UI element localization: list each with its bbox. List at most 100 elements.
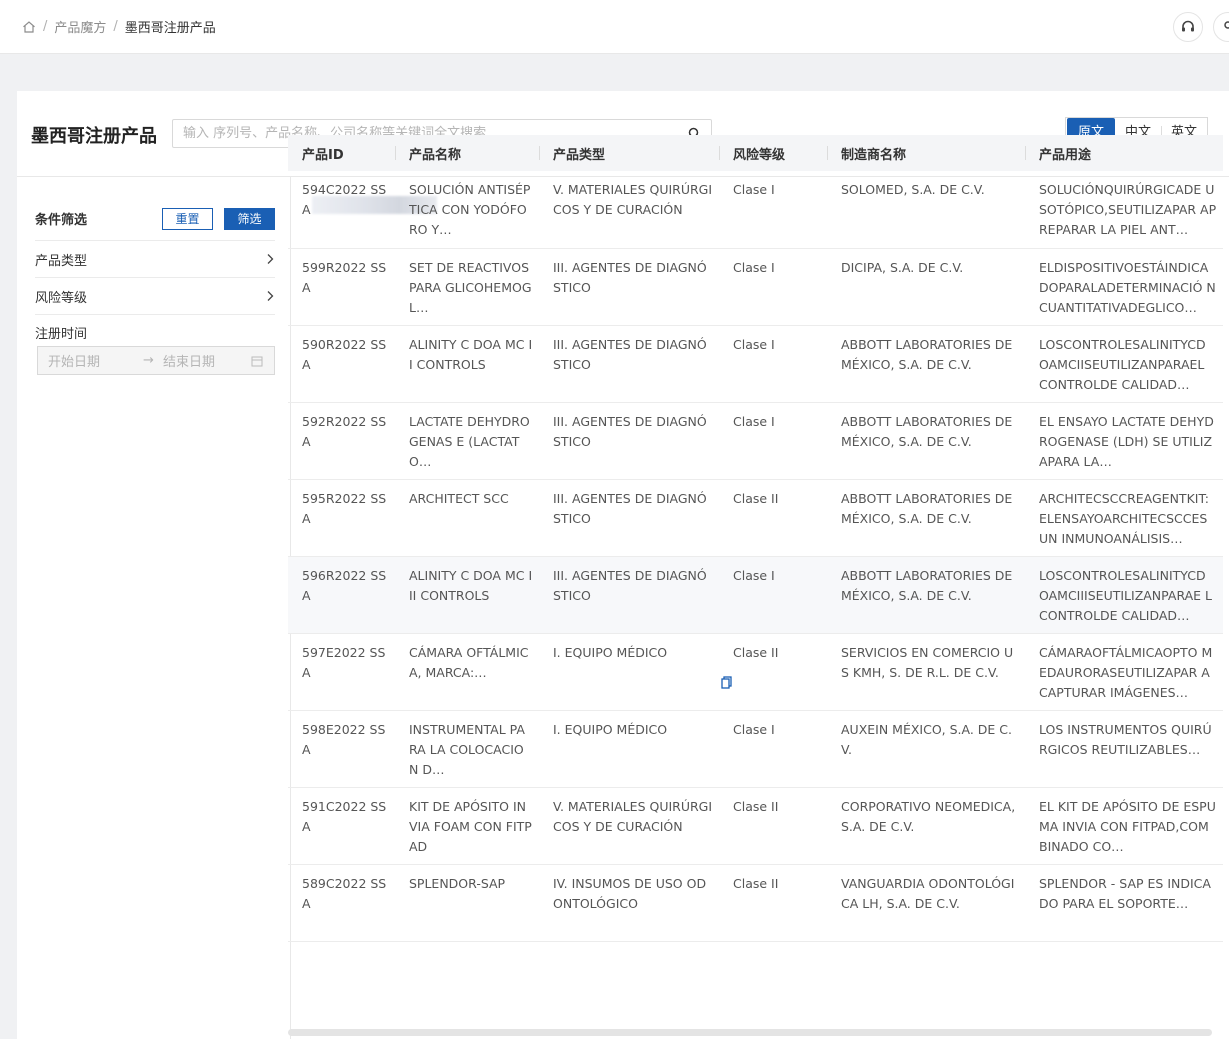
start-date-input[interactable]: 开始日期 — [48, 351, 143, 370]
cell-product-id: 594C2022 SSA — [288, 171, 395, 249]
column-header-id[interactable]: 产品ID — [288, 135, 395, 171]
cell-product-use: LOSCONTROLESALINITYCD OAMCIIISEUTILIZANP… — [1025, 556, 1223, 634]
cell-product-id-text: 594C2022 SSA — [302, 182, 387, 217]
cell-product-name[interactable]: LACTATE DEHYDROGENAS E (LACTATO… — [395, 402, 539, 480]
column-header-maker[interactable]: 制造商名称 — [827, 135, 1025, 171]
cell-risk-level-text: Clase II — [733, 875, 779, 891]
filter-title: 条件筛选 — [35, 213, 88, 228]
cell-maker: ABBOTT LABORATORIES DE MÉXICO, S.A. DE C… — [827, 325, 1025, 403]
breadcrumb-item-product-cube[interactable]: 产品魔方 — [54, 17, 106, 36]
cell-product-name[interactable]: ARCHITECT SCC — [395, 479, 539, 557]
cell-maker-text: SOLOMED, S.A. DE C.V. — [841, 182, 985, 197]
table-row[interactable]: 599R2022 SSA SET DE REACTIVOS PARA GLICOH… — [288, 248, 1223, 326]
cell-product-id: 591C2022 SSA — [288, 787, 395, 865]
horizontal-scrollbar[interactable] — [288, 1029, 1212, 1036]
chevron-right-icon — [267, 291, 274, 301]
filter-product-type-label: 产品类型 — [35, 253, 88, 269]
top-bar: / 产品魔方 / 墨西哥注册产品 — [0, 0, 1229, 54]
cell-product-name[interactable]: CÁMARA OFTÁLMICA, MARCA:… — [395, 633, 539, 711]
table-row[interactable]: 596R2022 SSA ALINITY C DOA MC III CONTROL… — [288, 556, 1223, 634]
calendar-icon[interactable] — [251, 355, 263, 367]
cell-product-use: EL ENSAYO LACTATE DEHYDROGENASE (LDH) SE… — [1025, 402, 1223, 480]
chevron-right-icon — [267, 254, 274, 264]
column-header-type[interactable]: 产品类型 — [539, 135, 719, 171]
cell-product-id-text: 599R2022 SSA — [302, 259, 387, 295]
table-row[interactable]: 597E2022 SSA CÁMARA OFTÁLMICA, MARCA:… I. … — [288, 633, 1223, 711]
cell-product-id: 589C2022 SSA — [288, 864, 395, 942]
headset-icon[interactable] — [1173, 12, 1203, 42]
home-icon[interactable] — [22, 20, 36, 34]
cell-product-type: III. AGENTES DE DIAGNÓSTICO — [539, 248, 719, 326]
page-title: 墨西哥注册产品 — [31, 126, 157, 147]
table-row[interactable]: 589C2022 SSA SPLENDOR-SAP IV. INSUMOS DE U… — [288, 864, 1223, 942]
cell-maker-text: AUXEIN MÉXICO, S.A. DE C.V. — [841, 721, 1013, 757]
column-header-use[interactable]: 产品用途 — [1025, 135, 1223, 171]
cell-product-id: 597E2022 SSA — [288, 633, 395, 711]
cell-product-name-text: CÁMARA OFTÁLMICA, MARCA:… — [409, 644, 529, 680]
cell-product-id-text: 598E2022 SSA — [302, 721, 386, 757]
cell-product-id-text: 592R2022 SSA — [302, 413, 387, 449]
cell-maker-text: ABBOTT LABORATORIES DE MÉXICO, S.A. DE C… — [841, 336, 1013, 372]
cell-product-type-text: III. AGENTES DE DIAGNÓSTICO — [553, 413, 707, 449]
table-row[interactable]: 592R2022 SSA LACTATE DEHYDROGENAS E (LACT… — [288, 402, 1223, 480]
cell-product-name[interactable]: KIT DE APÓSITO INVIA FOAM CON FITPAD — [395, 787, 539, 865]
filter-product-type[interactable]: 产品类型 — [35, 240, 275, 277]
cell-product-id-text: 589C2022 SSA — [302, 875, 387, 911]
cell-risk-level-text: Clase I — [733, 567, 775, 583]
cell-risk-level-text: Clase II — [733, 798, 779, 814]
cell-product-type-text: III. AGENTES DE DIAGNÓSTICO — [553, 567, 707, 603]
table-row[interactable]: 594C2022 SSA SOLUCIÓN ANTISÉPTICA CON YOD… — [288, 171, 1223, 249]
table-row[interactable]: 590R2022 SSA ALINITY C DOA MC II CONTROLS… — [288, 325, 1223, 403]
cell-product-name[interactable]: ALINITY C DOA MC II CONTROLS — [395, 325, 539, 403]
cell-product-type-text: I. EQUIPO MÉDICO — [553, 721, 668, 737]
cell-product-id-text: 591C2022 SSA — [302, 798, 387, 834]
cell-product-name[interactable]: SPLENDOR-SAP — [395, 864, 539, 942]
cell-maker: SERVICIOS EN COMERCIO US KMH, S. DE R.L.… — [827, 633, 1025, 711]
cell-product-name-text: SPLENDOR-SAP — [409, 875, 506, 891]
cell-risk-level: Clase II — [719, 864, 827, 942]
cell-product-type: I. EQUIPO MÉDICO — [539, 633, 719, 711]
date-range-picker[interactable]: 开始日期 → 结束日期 — [37, 346, 275, 375]
products-table: 产品ID 产品名称 产品类型 风险等级 制造商名称 产品用途 594C2022 … — [288, 135, 1223, 942]
filter-reg-time-label: 注册时间 — [35, 327, 88, 342]
table-row[interactable]: 595R2022 SSA ARCHITECT SCC III. AGENTES DE… — [288, 479, 1223, 557]
table-row[interactable]: 598E2022 SSA INSTRUMENTAL PARA LA COLOCAC… — [288, 710, 1223, 788]
cell-product-name[interactable]: SET DE REACTIVOS PARA GLICOHEMOGL… — [395, 248, 539, 326]
cell-product-id: 590R2022 SSA — [288, 325, 395, 403]
cell-product-name[interactable]: INSTRUMENTAL PARA LA COLOCACION D… — [395, 710, 539, 788]
cell-product-id: 599R2022 SSA — [288, 248, 395, 326]
cell-product-use-text: ELDISPOSITIVOESTÁINDICA DOPARALADETERMIN… — [1039, 259, 1216, 315]
filter-button[interactable]: 筛选 — [224, 208, 275, 230]
user-icon[interactable] — [1213, 12, 1229, 42]
table-row[interactable]: 591C2022 SSA KIT DE APÓSITO INVIA FOAM CO… — [288, 787, 1223, 865]
cell-product-name[interactable]: ALINITY C DOA MC III CONTROLS — [395, 556, 539, 634]
cell-product-type: III. AGENTES DE DIAGNÓSTICO — [539, 479, 719, 557]
cell-product-type-text: V. MATERIALES QUIRÚRGICOS Y DE CURACIÓN — [553, 798, 713, 834]
cell-product-use: SPLENDOR - SAP ES INDICADO PARA EL SOPOR… — [1025, 864, 1223, 942]
cell-product-use: ARCHITECSCCREAGENTKIT: ELENSAYOARCHITECS… — [1025, 479, 1223, 557]
column-header-name[interactable]: 产品名称 — [395, 135, 539, 171]
cell-product-use-text: LOSCONTROLESALINITYCD OAMCIIISEUTILIZANP… — [1039, 567, 1213, 623]
cell-maker: CORPORATIVO NEOMEDICA, S.A. DE C.V. — [827, 787, 1025, 865]
cell-maker-text: ABBOTT LABORATORIES DE MÉXICO, S.A. DE C… — [841, 567, 1013, 603]
copy-icon[interactable] — [721, 676, 733, 689]
cell-product-type-text: III. AGENTES DE DIAGNÓSTICO — [553, 336, 707, 372]
cell-product-type: IV. INSUMOS DE USO ODONTOLÓGICO — [539, 864, 719, 942]
cell-product-name-text: SET DE REACTIVOS PARA GLICOHEMOGL… — [409, 259, 532, 315]
cell-product-use-text: SPLENDOR - SAP ES INDICADO PARA EL SOPOR… — [1039, 875, 1211, 911]
cell-product-use-text: CÁMARAOFTÁLMICAOPTO MEDAURORASEUTILIZAPA… — [1039, 644, 1213, 700]
cell-product-use: LOSCONTROLESALINITYCD OAMCIISEUTILIZANPA… — [1025, 325, 1223, 403]
column-header-risk[interactable]: 风险等级 — [719, 135, 827, 171]
cell-maker: SOLOMED, S.A. DE C.V. — [827, 171, 1025, 249]
filter-risk-level[interactable]: 风险等级 — [35, 277, 275, 314]
cell-product-use-text: LOSCONTROLESALINITYCD OAMCIISEUTILIZANPA… — [1039, 336, 1206, 392]
cell-product-id: 596R2022 SSA — [288, 556, 395, 634]
cell-maker-text: CORPORATIVO NEOMEDICA, S.A. DE C.V. — [841, 798, 1016, 834]
cell-product-type: V. MATERIALES QUIRÚRGICOS Y DE CURACIÓN — [539, 171, 719, 249]
cell-risk-level: Clase I — [719, 248, 827, 326]
cell-maker: AUXEIN MÉXICO, S.A. DE C.V. — [827, 710, 1025, 788]
reset-button[interactable]: 重置 — [162, 208, 213, 230]
cell-product-name[interactable]: SOLUCIÓN ANTISÉPTICA CON YODÓFORO Y… — [395, 171, 539, 249]
end-date-input[interactable]: 结束日期 — [163, 351, 251, 370]
cell-product-name-text: KIT DE APÓSITO INVIA FOAM CON FITPAD — [409, 798, 532, 854]
